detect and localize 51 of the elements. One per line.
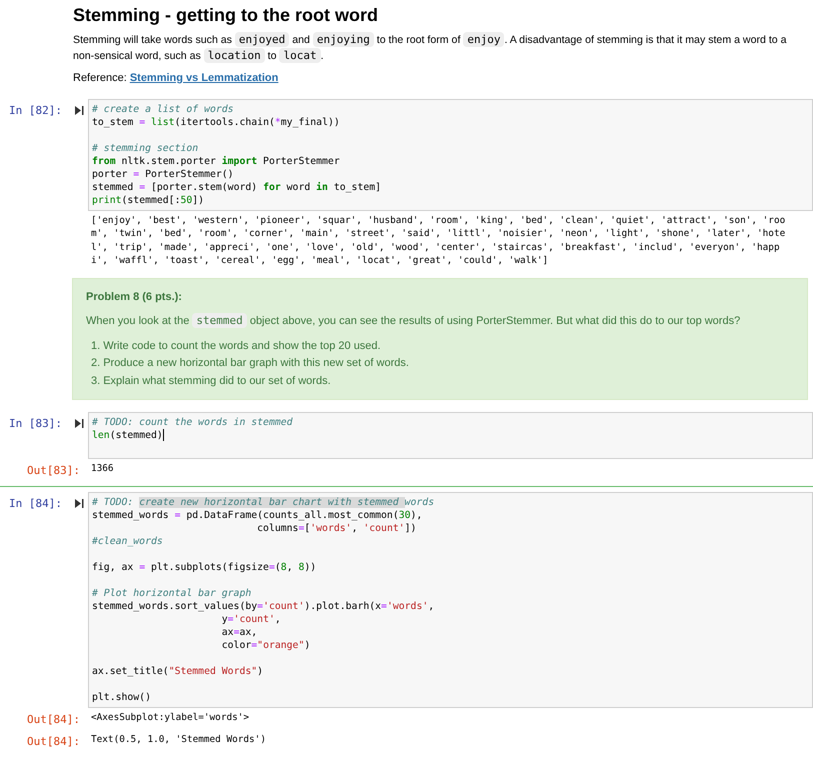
run-cell-icon[interactable] [74,104,84,116]
output-prompt: Out[84]: [26,734,81,750]
code-line: ax=ax, [220,626,258,638]
code-line: ax.set_title("Stemmed Words") [92,664,264,678]
input-prompt: In [82]: [8,102,63,118]
list-item-text: Explain what stemming did to our set of words. [103,374,331,388]
reference-link[interactable]: Stemming vs Lemmatization [130,70,278,86]
code-line: # TODO: create new horizontal bar chart with stemmed words [92,496,434,508]
code-line: len(stemmed) [92,429,164,442]
code-line: color="orange") [220,638,310,652]
list-item-text: Produce a new horizontal bar graph with this new set of words. [103,356,409,371]
problem-text: When you look at the stemmed object above, you can see the results of using PorterStemmer. But what did this do to our top words? [86,313,742,330]
code-line: # stemming section [92,142,198,154]
reference-label: Reference: [73,71,127,86]
run-cell-icon[interactable] [74,418,84,429]
output-text: m', 'twin', 'bed', 'room', 'corner', 'main', 'street', 'said', 'littl', 'noisier', 'neon', 'light', 'shone', 'later', 'hote [91,227,786,240]
output-prompt: Out[83]: [26,463,81,479]
list-number: 3. [91,374,100,388]
code-line: # create a list of words [92,102,234,116]
output-text: <AxesSubplot:ylabel='words'> [91,710,250,724]
code-line: stemmed = [porter.stem(word) for word in to_stem] [92,180,382,194]
code-line: to_stem = list(itertools.chain(*my_final)) [92,116,340,128]
code-line: # Plot horizontal bar graph [92,586,252,600]
run-cell-icon[interactable] [74,498,84,508]
code-line: print(stemmed[:50]) [92,194,204,206]
code-line: #clean_words [92,534,163,548]
list-number: 2. [91,356,100,371]
list-item-text: Write code to count the words and show the top 20 used. [103,338,381,354]
input-prompt: In [83]: [8,416,63,432]
code-line: from nltk.stem.porter import PorterStemmer [92,154,340,168]
code-line: stemmed_words.sort_values(by='count').plot.barh(x='words', [92,600,434,612]
code-line: plt.show() [92,690,151,704]
input-prompt: In [84]: [8,496,63,512]
code-line: columns=['words', 'count']) [256,522,416,534]
intro-paragraph: Stemming will take words such as enjoyed and enjoying to the root form of enjoy . A disadvantage of stemming is that it may stem a word to a non-sensical word, such as location to locat . [73,32,788,64]
code-line: fig, ax = plt.subplots(figsize=(8, 8)) [92,560,316,574]
code-line: # TODO: count the words in stemmed [92,416,293,429]
output-text: l', 'trip', 'made', 'appreci', 'one', 'love', 'old', 'wood', 'center', 'staircas', 'breakfast', 'includ', 'everyon', 'happ [91,240,780,254]
code-line: stemmed_words = pd.DataFrame(counts_all.most_common(30), [92,508,422,522]
code-editor[interactable] [88,98,813,210]
list-number: 1. [91,338,100,354]
section-heading: Stemming - getting to the root word [73,4,378,26]
output-text: 1366 [91,462,114,476]
output-text: i', 'waffl', 'toast', 'cereal', 'egg', 'meal', 'locat', 'great', 'could', 'walk'] [91,254,548,268]
code-editor[interactable]: # TODO: count the words in stemmed len(stemmed) [88,412,813,459]
output-text: Text(0.5, 1.0, 'Stemmed Words') [91,733,266,746]
problem-title: Problem 8 (6 pts.): [86,290,182,304]
code-line: porter = PorterStemmer() [92,168,234,180]
output-text: ['enjoy', 'best', 'western', 'pioneer', 'squar', 'husband', 'room', 'king', 'bed', 'clean', 'quiet', 'attract', 'son', 'roo [91,214,786,227]
code-line: y='count', [220,612,281,626]
output-prompt: Out[84]: [26,712,81,728]
